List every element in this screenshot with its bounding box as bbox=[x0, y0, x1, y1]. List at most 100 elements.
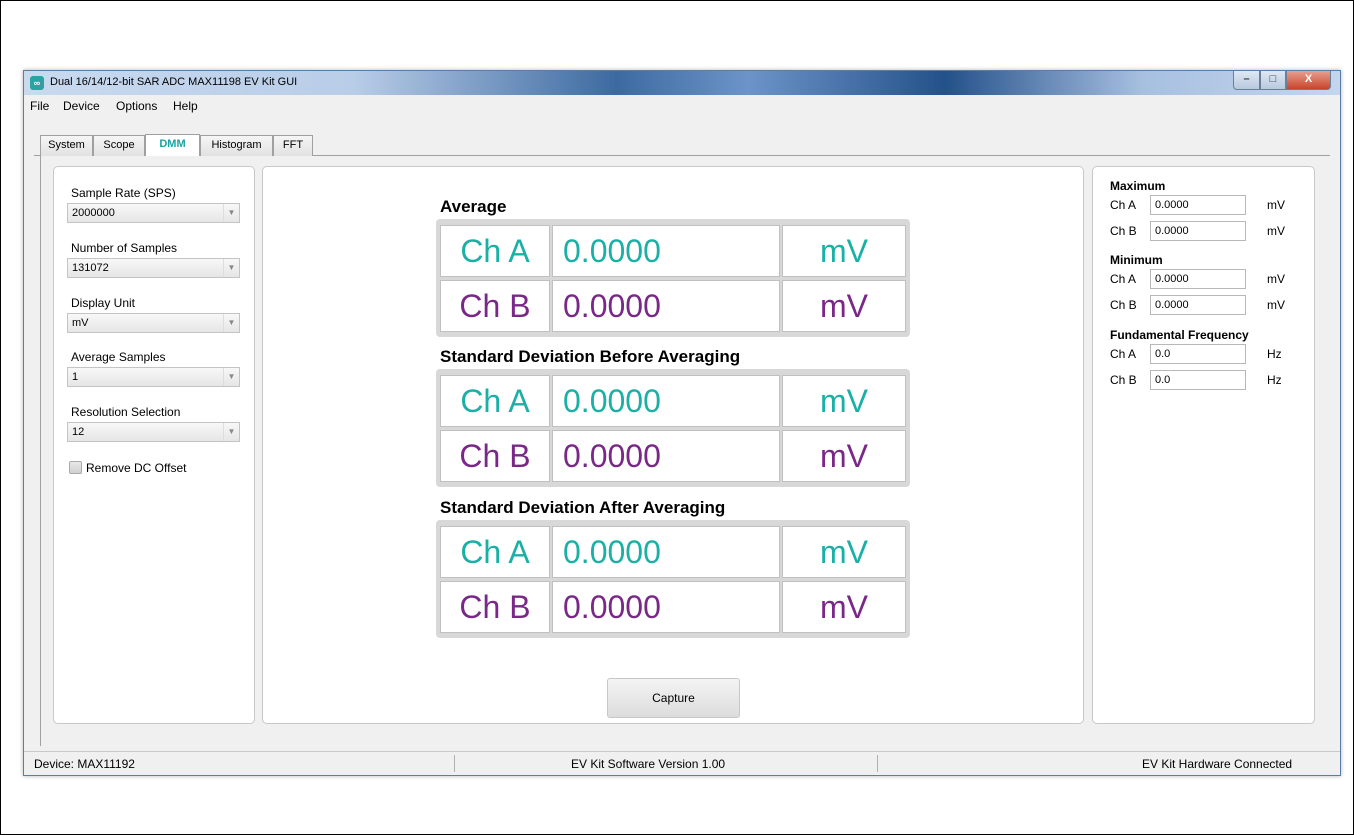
display-unit-select[interactable]: mV ▼ bbox=[67, 313, 240, 333]
window-title: Dual 16/14/12-bit SAR ADC MAX11198 EV Ki… bbox=[50, 76, 298, 88]
channel-label: Ch B bbox=[440, 581, 550, 633]
remove-dc-offset-label: Remove DC Offset bbox=[86, 461, 187, 475]
dmm-tab-content: Sample Rate (SPS) 2000000 ▼ Number of Sa… bbox=[40, 156, 1330, 746]
average-readout: Ch A 0.0000 mV Ch B 0.0000 mV bbox=[436, 219, 910, 337]
std-after-row-ch-b: Ch B 0.0000 mV bbox=[440, 581, 906, 633]
settings-panel: Sample Rate (SPS) 2000000 ▼ Number of Sa… bbox=[53, 166, 255, 724]
std-before-row-ch-b: Ch B 0.0000 mV bbox=[440, 430, 906, 482]
std-after-readout: Ch A 0.0000 mV Ch B 0.0000 mV bbox=[436, 520, 910, 638]
readout-value: 0.0000 bbox=[552, 581, 780, 633]
readout-unit: mV bbox=[782, 375, 906, 427]
capture-button[interactable]: Capture bbox=[607, 678, 740, 718]
channel-label: Ch A bbox=[440, 225, 550, 277]
std-before-readout: Ch A 0.0000 mV Ch B 0.0000 mV bbox=[436, 369, 910, 487]
readout-unit: mV bbox=[782, 526, 906, 578]
display-unit-value: mV bbox=[72, 317, 89, 329]
maximum-ch-b-label: Ch B bbox=[1110, 224, 1137, 238]
average-title: Average bbox=[440, 197, 507, 216]
minimum-ch-a-unit: mV bbox=[1267, 272, 1285, 286]
readout-unit: mV bbox=[782, 280, 906, 332]
menu-device[interactable]: Device bbox=[63, 99, 100, 113]
readout-value: 0.0000 bbox=[552, 430, 780, 482]
maximum-ch-b-unit: mV bbox=[1267, 224, 1285, 238]
tab-bar: System Scope DMM Histogram FFT bbox=[34, 134, 1330, 156]
maximum-ch-a-unit: mV bbox=[1267, 198, 1285, 212]
channel-label: Ch B bbox=[440, 430, 550, 482]
std-before-title: Standard Deviation Before Averaging bbox=[440, 347, 741, 366]
num-samples-select[interactable]: 131072 ▼ bbox=[67, 258, 240, 278]
stats-panel: Maximum Ch A 0.0000 mV Ch B 0.0000 mV Mi… bbox=[1092, 166, 1315, 724]
fundamental-ch-a-unit: Hz bbox=[1267, 347, 1282, 361]
fundamental-ch-a-field[interactable]: 0.0 bbox=[1150, 344, 1246, 364]
tab-scope[interactable]: Scope bbox=[93, 135, 145, 156]
tab-dmm[interactable]: DMM bbox=[145, 134, 200, 156]
resolution-select[interactable]: 12 ▼ bbox=[67, 422, 240, 442]
status-hardware: EV Kit Hardware Connected bbox=[1142, 757, 1293, 771]
num-samples-value: 131072 bbox=[72, 262, 109, 274]
minimum-ch-a-field[interactable]: 0.0000 bbox=[1150, 269, 1246, 289]
maximum-ch-a-field[interactable]: 0.0000 bbox=[1150, 195, 1246, 215]
title-bar[interactable]: ∞ Dual 16/14/12-bit SAR ADC MAX11198 EV … bbox=[24, 71, 1340, 95]
tab-histogram[interactable]: Histogram bbox=[200, 135, 273, 156]
status-device: Device: MAX11192 bbox=[34, 757, 135, 771]
std-after-title: Standard Deviation After Averaging bbox=[440, 498, 726, 517]
status-divider bbox=[454, 755, 455, 772]
minimize-button[interactable]: – bbox=[1233, 71, 1260, 90]
fundamental-ch-b-label: Ch B bbox=[1110, 373, 1137, 387]
screenshot-frame: ∞ Dual 16/14/12-bit SAR ADC MAX11198 EV … bbox=[0, 0, 1354, 835]
status-software-version: EV Kit Software Version 1.00 bbox=[571, 757, 726, 771]
sample-rate-label: Sample Rate (SPS) bbox=[71, 186, 176, 200]
readout-value: 0.0000 bbox=[552, 225, 780, 277]
tab-fft[interactable]: FFT bbox=[273, 135, 313, 156]
average-row-ch-b: Ch B 0.0000 mV bbox=[440, 280, 906, 332]
remove-dc-offset-checkbox[interactable] bbox=[69, 461, 82, 474]
num-samples-label: Number of Samples bbox=[71, 241, 178, 255]
readout-panel: Average Ch A 0.0000 mV Ch B 0.0000 mV St… bbox=[262, 166, 1084, 724]
average-row-ch-a: Ch A 0.0000 mV bbox=[440, 225, 906, 277]
menu-file[interactable]: File bbox=[30, 99, 49, 113]
channel-label: Ch B bbox=[440, 280, 550, 332]
menu-bar: File Device Options Help bbox=[24, 95, 1340, 115]
average-samples-label: Average Samples bbox=[71, 350, 166, 364]
readout-unit: mV bbox=[782, 581, 906, 633]
chevron-down-icon: ▼ bbox=[223, 259, 239, 277]
resolution-label: Resolution Selection bbox=[71, 405, 181, 419]
maximize-button[interactable]: □ bbox=[1260, 71, 1286, 90]
sample-rate-value: 2000000 bbox=[72, 207, 115, 219]
std-before-row-ch-a: Ch A 0.0000 mV bbox=[440, 375, 906, 427]
minimum-ch-b-unit: mV bbox=[1267, 298, 1285, 312]
app-window: ∞ Dual 16/14/12-bit SAR ADC MAX11198 EV … bbox=[23, 70, 1341, 776]
menu-help[interactable]: Help bbox=[173, 99, 198, 113]
minimum-ch-b-field[interactable]: 0.0000 bbox=[1150, 295, 1246, 315]
menu-options[interactable]: Options bbox=[116, 99, 157, 113]
display-unit-label: Display Unit bbox=[71, 296, 136, 310]
minimum-title: Minimum bbox=[1110, 253, 1163, 267]
close-button[interactable]: X bbox=[1286, 71, 1331, 90]
fundamental-ch-b-field[interactable]: 0.0 bbox=[1150, 370, 1246, 390]
tab-system[interactable]: System bbox=[40, 135, 93, 156]
fundamental-ch-b-unit: Hz bbox=[1267, 373, 1282, 387]
resolution-value: 12 bbox=[72, 426, 85, 438]
chevron-down-icon: ▼ bbox=[223, 423, 239, 441]
status-divider bbox=[877, 755, 878, 772]
chevron-down-icon: ▼ bbox=[223, 368, 239, 386]
maximum-title: Maximum bbox=[1110, 179, 1166, 193]
readout-value: 0.0000 bbox=[552, 375, 780, 427]
minimum-ch-a-label: Ch A bbox=[1110, 272, 1137, 286]
app-icon: ∞ bbox=[30, 76, 44, 90]
std-after-row-ch-a: Ch A 0.0000 mV bbox=[440, 526, 906, 578]
status-bar: Device: MAX11192 EV Kit Software Version… bbox=[24, 751, 1340, 775]
minimum-ch-b-label: Ch B bbox=[1110, 298, 1137, 312]
fundamental-ch-a-label: Ch A bbox=[1110, 347, 1137, 361]
channel-label: Ch A bbox=[440, 526, 550, 578]
readout-value: 0.0000 bbox=[552, 526, 780, 578]
fundamental-frequency-title: Fundamental Frequency bbox=[1110, 328, 1249, 342]
average-samples-value: 1 bbox=[72, 371, 79, 383]
channel-label: Ch A bbox=[440, 375, 550, 427]
maximum-ch-b-field[interactable]: 0.0000 bbox=[1150, 221, 1246, 241]
readout-unit: mV bbox=[782, 430, 906, 482]
maximum-ch-a-label: Ch A bbox=[1110, 198, 1137, 212]
average-samples-select[interactable]: 1 ▼ bbox=[67, 367, 240, 387]
sample-rate-select[interactable]: 2000000 ▼ bbox=[67, 203, 240, 223]
readout-unit: mV bbox=[782, 225, 906, 277]
